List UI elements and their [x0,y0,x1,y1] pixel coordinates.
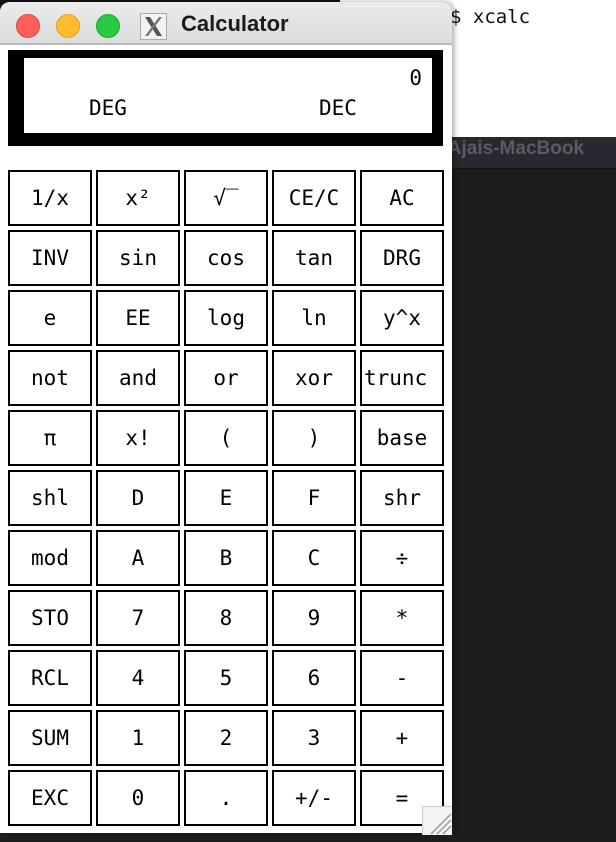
key-negate[interactable]: +/- [272,770,356,826]
key-not[interactable]: not [8,350,92,406]
key-shl[interactable]: shl [8,470,92,526]
base-mode-indicator: DEC [319,96,357,120]
key-cos[interactable]: cos [184,230,268,286]
calculator-display: 0 DEG DEC [8,50,443,146]
key-reciprocal[interactable]: 1/x [8,170,92,226]
key-hex-f[interactable]: F [272,470,356,526]
key-clear-entry[interactable]: CE/C [272,170,356,226]
key-pi[interactable]: π [8,410,92,466]
key-1[interactable]: 1 [96,710,180,766]
key-6[interactable]: 6 [272,650,356,706]
key-add[interactable]: + [360,710,444,766]
angle-mode-indicator: DEG [89,96,127,120]
key-exchange[interactable]: EXC [8,770,92,826]
key-close-paren[interactable]: ) [272,410,356,466]
key-tan[interactable]: tan [272,230,356,286]
close-button[interactable] [16,14,40,38]
key-ee[interactable]: EE [96,290,180,346]
terminal-titlebar[interactable]: l@Ajais-MacBook [452,137,616,168]
key-2[interactable]: 2 [184,710,268,766]
key-7[interactable]: 7 [96,590,180,646]
key-shr[interactable]: shr [360,470,444,526]
key-3[interactable]: 3 [272,710,356,766]
key-open-paren[interactable]: ( [184,410,268,466]
terminal-command-line: $ xcalc [450,6,531,28]
key-sum[interactable]: SUM [8,710,92,766]
key-log[interactable]: log [184,290,268,346]
key-mod[interactable]: mod [8,530,92,586]
key-multiply[interactable]: * [360,590,444,646]
key-all-clear[interactable]: AC [360,170,444,226]
window-title: Calculator [181,11,289,36]
maximize-button[interactable] [96,14,120,38]
calculator-window: Calculator 0 DEG DEC 1/x x² √‾ CE/C AC I… [0,2,452,835]
display-value: 0 [409,66,422,90]
key-ln[interactable]: ln [272,290,356,346]
key-0[interactable]: 0 [96,770,180,826]
minimize-button[interactable] [56,14,80,38]
resize-grip-icon[interactable] [422,806,452,835]
key-factorial[interactable]: x! [96,410,180,466]
key-base[interactable]: base [360,410,444,466]
x11-icon [140,13,167,40]
key-8[interactable]: 8 [184,590,268,646]
key-recall[interactable]: RCL [8,650,92,706]
key-hex-a[interactable]: A [96,530,180,586]
keypad: 1/x x² √‾ CE/C AC INV sin cos tan DRG e … [8,170,444,826]
terminal-title-text: l@Ajais-MacBook [452,138,585,159]
key-hex-b[interactable]: B [184,530,268,586]
display-screen: 0 DEG DEC [24,58,432,133]
key-4[interactable]: 4 [96,650,180,706]
key-sqrt[interactable]: √‾ [184,170,268,226]
key-power[interactable]: y^x [360,290,444,346]
terminal-body[interactable] [452,168,616,842]
key-or[interactable]: or [184,350,268,406]
key-hex-d[interactable]: D [96,470,180,526]
key-9[interactable]: 9 [272,590,356,646]
key-drg[interactable]: DRG [360,230,444,286]
key-square[interactable]: x² [96,170,180,226]
key-store[interactable]: STO [8,590,92,646]
key-and[interactable]: and [96,350,180,406]
window-titlebar[interactable]: Calculator [0,2,452,45]
key-e[interactable]: e [8,290,92,346]
key-5[interactable]: 5 [184,650,268,706]
key-decimal[interactable]: . [184,770,268,826]
key-trunc[interactable]: trunc [360,350,444,406]
key-hex-e[interactable]: E [184,470,268,526]
key-xor[interactable]: xor [272,350,356,406]
key-subtract[interactable]: - [360,650,444,706]
key-hex-c[interactable]: C [272,530,356,586]
key-divide[interactable]: ÷ [360,530,444,586]
key-inv[interactable]: INV [8,230,92,286]
key-sin[interactable]: sin [96,230,180,286]
